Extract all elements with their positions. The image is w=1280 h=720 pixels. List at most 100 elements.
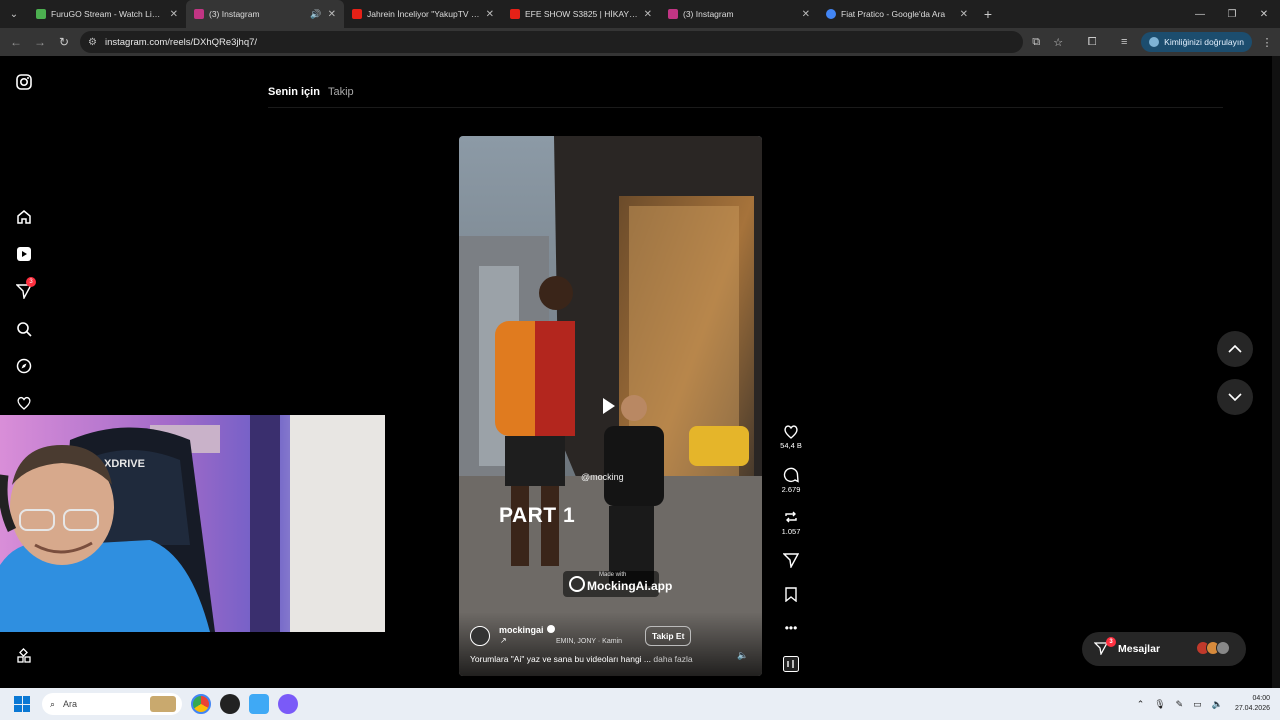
send-icon bbox=[783, 553, 799, 568]
audio-credit[interactable]: EMIN, JONY · Kamin bbox=[556, 638, 622, 645]
reel-caption[interactable]: Yorumlara "Ai" yaz ve sana bu videoları … bbox=[470, 654, 693, 664]
repost-button[interactable]: 1.057 bbox=[776, 509, 806, 536]
network-icon[interactable]: ▭ bbox=[1193, 699, 1202, 710]
browser-tab-bar: ⌄ FuruGO Stream - Watch Live or ✕ (3) In… bbox=[0, 0, 1280, 28]
tab-following[interactable]: Takip bbox=[328, 86, 354, 98]
messages-badge: 3 bbox=[1106, 637, 1116, 647]
tab-close-icon[interactable]: ✕ bbox=[960, 9, 968, 20]
comment-count: 2.679 bbox=[781, 485, 801, 494]
windows-start-icon[interactable] bbox=[14, 696, 30, 712]
tab-close-icon[interactable]: ✕ bbox=[802, 9, 810, 20]
audio-track-icon bbox=[783, 656, 799, 672]
dragon-logo-icon bbox=[569, 576, 585, 592]
tab-favicon-icon bbox=[826, 9, 836, 19]
home-icon[interactable] bbox=[14, 207, 34, 227]
save-button[interactable] bbox=[776, 587, 806, 602]
minimize-icon[interactable]: — bbox=[1184, 0, 1216, 28]
windows-taskbar: ⌕ Ara ⌃ 🎙 ✎ ▭ 🔈 04:00 27.04.2026 bbox=[0, 688, 1280, 720]
site-info-icon[interactable]: ⚙ bbox=[88, 37, 97, 48]
follow-button[interactable]: Takip Et bbox=[645, 626, 692, 646]
back-icon[interactable]: ← bbox=[4, 35, 28, 49]
reload-icon[interactable]: ↻ bbox=[52, 35, 76, 49]
chrome-app-icon[interactable] bbox=[191, 694, 211, 714]
pen-icon[interactable]: ✎ bbox=[1176, 699, 1184, 710]
page-scrollbar[interactable] bbox=[1272, 56, 1280, 688]
volume-icon[interactable]: 🔈 bbox=[737, 650, 748, 661]
media-control-icon[interactable]: ≡ bbox=[1113, 36, 1135, 48]
previous-reel-button[interactable] bbox=[1217, 331, 1253, 367]
chair-brand-text: XDRIVE bbox=[104, 458, 145, 470]
tab-close-icon[interactable]: ✕ bbox=[486, 9, 494, 20]
settings-app-icon[interactable] bbox=[249, 694, 269, 714]
like-count: 54,4 B bbox=[780, 441, 802, 450]
more-link[interactable]: daha fazla bbox=[653, 654, 692, 664]
collab-arrow-icon: ↗ bbox=[500, 636, 507, 645]
browser-tab-active[interactable]: (3) Instagram 🔊 ✕ bbox=[186, 0, 344, 28]
tab-favicon-icon bbox=[352, 9, 362, 19]
next-reel-button[interactable] bbox=[1217, 379, 1253, 415]
tray-overflow-icon[interactable]: ⌃ bbox=[1137, 699, 1145, 710]
browser-tab[interactable]: EFE SHOW S3825 | HİKAYEDEN ✕ bbox=[502, 0, 660, 28]
discord-app-icon[interactable] bbox=[278, 694, 298, 714]
repost-count: 1.057 bbox=[781, 527, 801, 536]
profile-icon bbox=[1149, 37, 1160, 47]
watermark: Made with MockingAi.app bbox=[563, 571, 672, 597]
tab-close-icon[interactable]: ✕ bbox=[644, 9, 652, 20]
restore-icon[interactable]: ❐ bbox=[1216, 0, 1248, 28]
notifications-heart-icon[interactable] bbox=[14, 393, 34, 413]
author-username[interactable]: mockingai bbox=[499, 625, 555, 635]
install-app-icon[interactable]: ⧉ bbox=[1025, 36, 1047, 49]
chevron-down-icon bbox=[1228, 393, 1242, 401]
messages-label: Mesajlar bbox=[1118, 643, 1161, 655]
play-icon[interactable] bbox=[603, 398, 615, 414]
reel-video[interactable]: @mocking PART 1 Made with MockingAi.app … bbox=[459, 136, 762, 676]
reel-handle-overlay: @mocking bbox=[581, 472, 624, 482]
comment-icon bbox=[783, 467, 799, 483]
browser-menu-icon[interactable]: ⋮ bbox=[1260, 36, 1274, 49]
messages-button[interactable]: 3 Mesajlar bbox=[1082, 632, 1246, 666]
tab-favicon-icon bbox=[194, 9, 204, 19]
extensions-icon[interactable]: ⧠ bbox=[1081, 36, 1103, 49]
feed-tabs: Senin için Takip bbox=[268, 86, 354, 98]
volume-icon[interactable]: 🔈 bbox=[1212, 699, 1223, 710]
url-text: instagram.com/reels/DXhQRe3jhq7/ bbox=[104, 36, 258, 48]
bookmark-star-icon[interactable]: ☆ bbox=[1047, 36, 1069, 49]
browser-tab[interactable]: Fiat Pratico - Google'da Ara ✕ bbox=[818, 0, 976, 28]
taskbar-search[interactable]: ⌕ Ara bbox=[42, 693, 182, 715]
search-highlight-icon bbox=[150, 696, 176, 712]
tab-close-icon[interactable]: ✕ bbox=[328, 9, 336, 20]
tab-favicon-icon bbox=[36, 9, 46, 19]
close-window-icon[interactable]: ✕ bbox=[1248, 0, 1280, 28]
browser-tab[interactable]: FuruGO Stream - Watch Live or ✕ bbox=[28, 0, 186, 28]
tab-for-you[interactable]: Senin için bbox=[268, 86, 320, 98]
verify-identity-button[interactable]: Kimliğinizi doğrulayın bbox=[1141, 32, 1252, 52]
instagram-logo-icon[interactable] bbox=[14, 72, 34, 92]
tab-close-icon[interactable]: ✕ bbox=[170, 9, 178, 20]
direct-messages-icon[interactable]: 3 bbox=[14, 277, 36, 301]
audio-thumbnail[interactable] bbox=[776, 656, 806, 672]
browser-tab[interactable]: (3) Instagram ✕ bbox=[660, 0, 818, 28]
browser-tab[interactable]: Jahrein İnceliyor "YakupTV Jeta ✕ bbox=[344, 0, 502, 28]
microphone-icon[interactable]: 🎙 bbox=[1154, 699, 1165, 710]
reels-icon[interactable] bbox=[14, 244, 34, 264]
heart-icon bbox=[784, 425, 798, 439]
author-avatar[interactable] bbox=[470, 626, 490, 646]
message-avatars bbox=[1196, 641, 1230, 655]
address-bar[interactable]: ⚙ instagram.com/reels/DXhQRe3jhq7/ bbox=[80, 31, 1023, 53]
app-icon[interactable] bbox=[220, 694, 240, 714]
tab-search-chevron-icon[interactable]: ⌄ bbox=[0, 0, 28, 28]
forward-icon[interactable]: → bbox=[28, 35, 52, 49]
explore-compass-icon[interactable] bbox=[14, 356, 34, 376]
like-button[interactable]: 54,4 B bbox=[776, 424, 806, 450]
more-apps-icon[interactable] bbox=[14, 646, 34, 666]
tab-audio-icon[interactable]: 🔊 bbox=[310, 9, 321, 20]
clock[interactable]: 04:00 27.04.2026 bbox=[1235, 694, 1270, 714]
comment-button[interactable]: 2.679 bbox=[776, 467, 806, 494]
reel-overlay-text: PART 1 bbox=[499, 504, 576, 527]
new-tab-button[interactable]: + bbox=[976, 6, 1000, 22]
webcam-feed: XDRIVE bbox=[0, 415, 385, 632]
messages-icon: 3 bbox=[1093, 637, 1116, 656]
more-options-icon[interactable]: ••• bbox=[776, 621, 806, 635]
share-button[interactable] bbox=[776, 553, 806, 568]
search-icon[interactable] bbox=[14, 319, 34, 339]
